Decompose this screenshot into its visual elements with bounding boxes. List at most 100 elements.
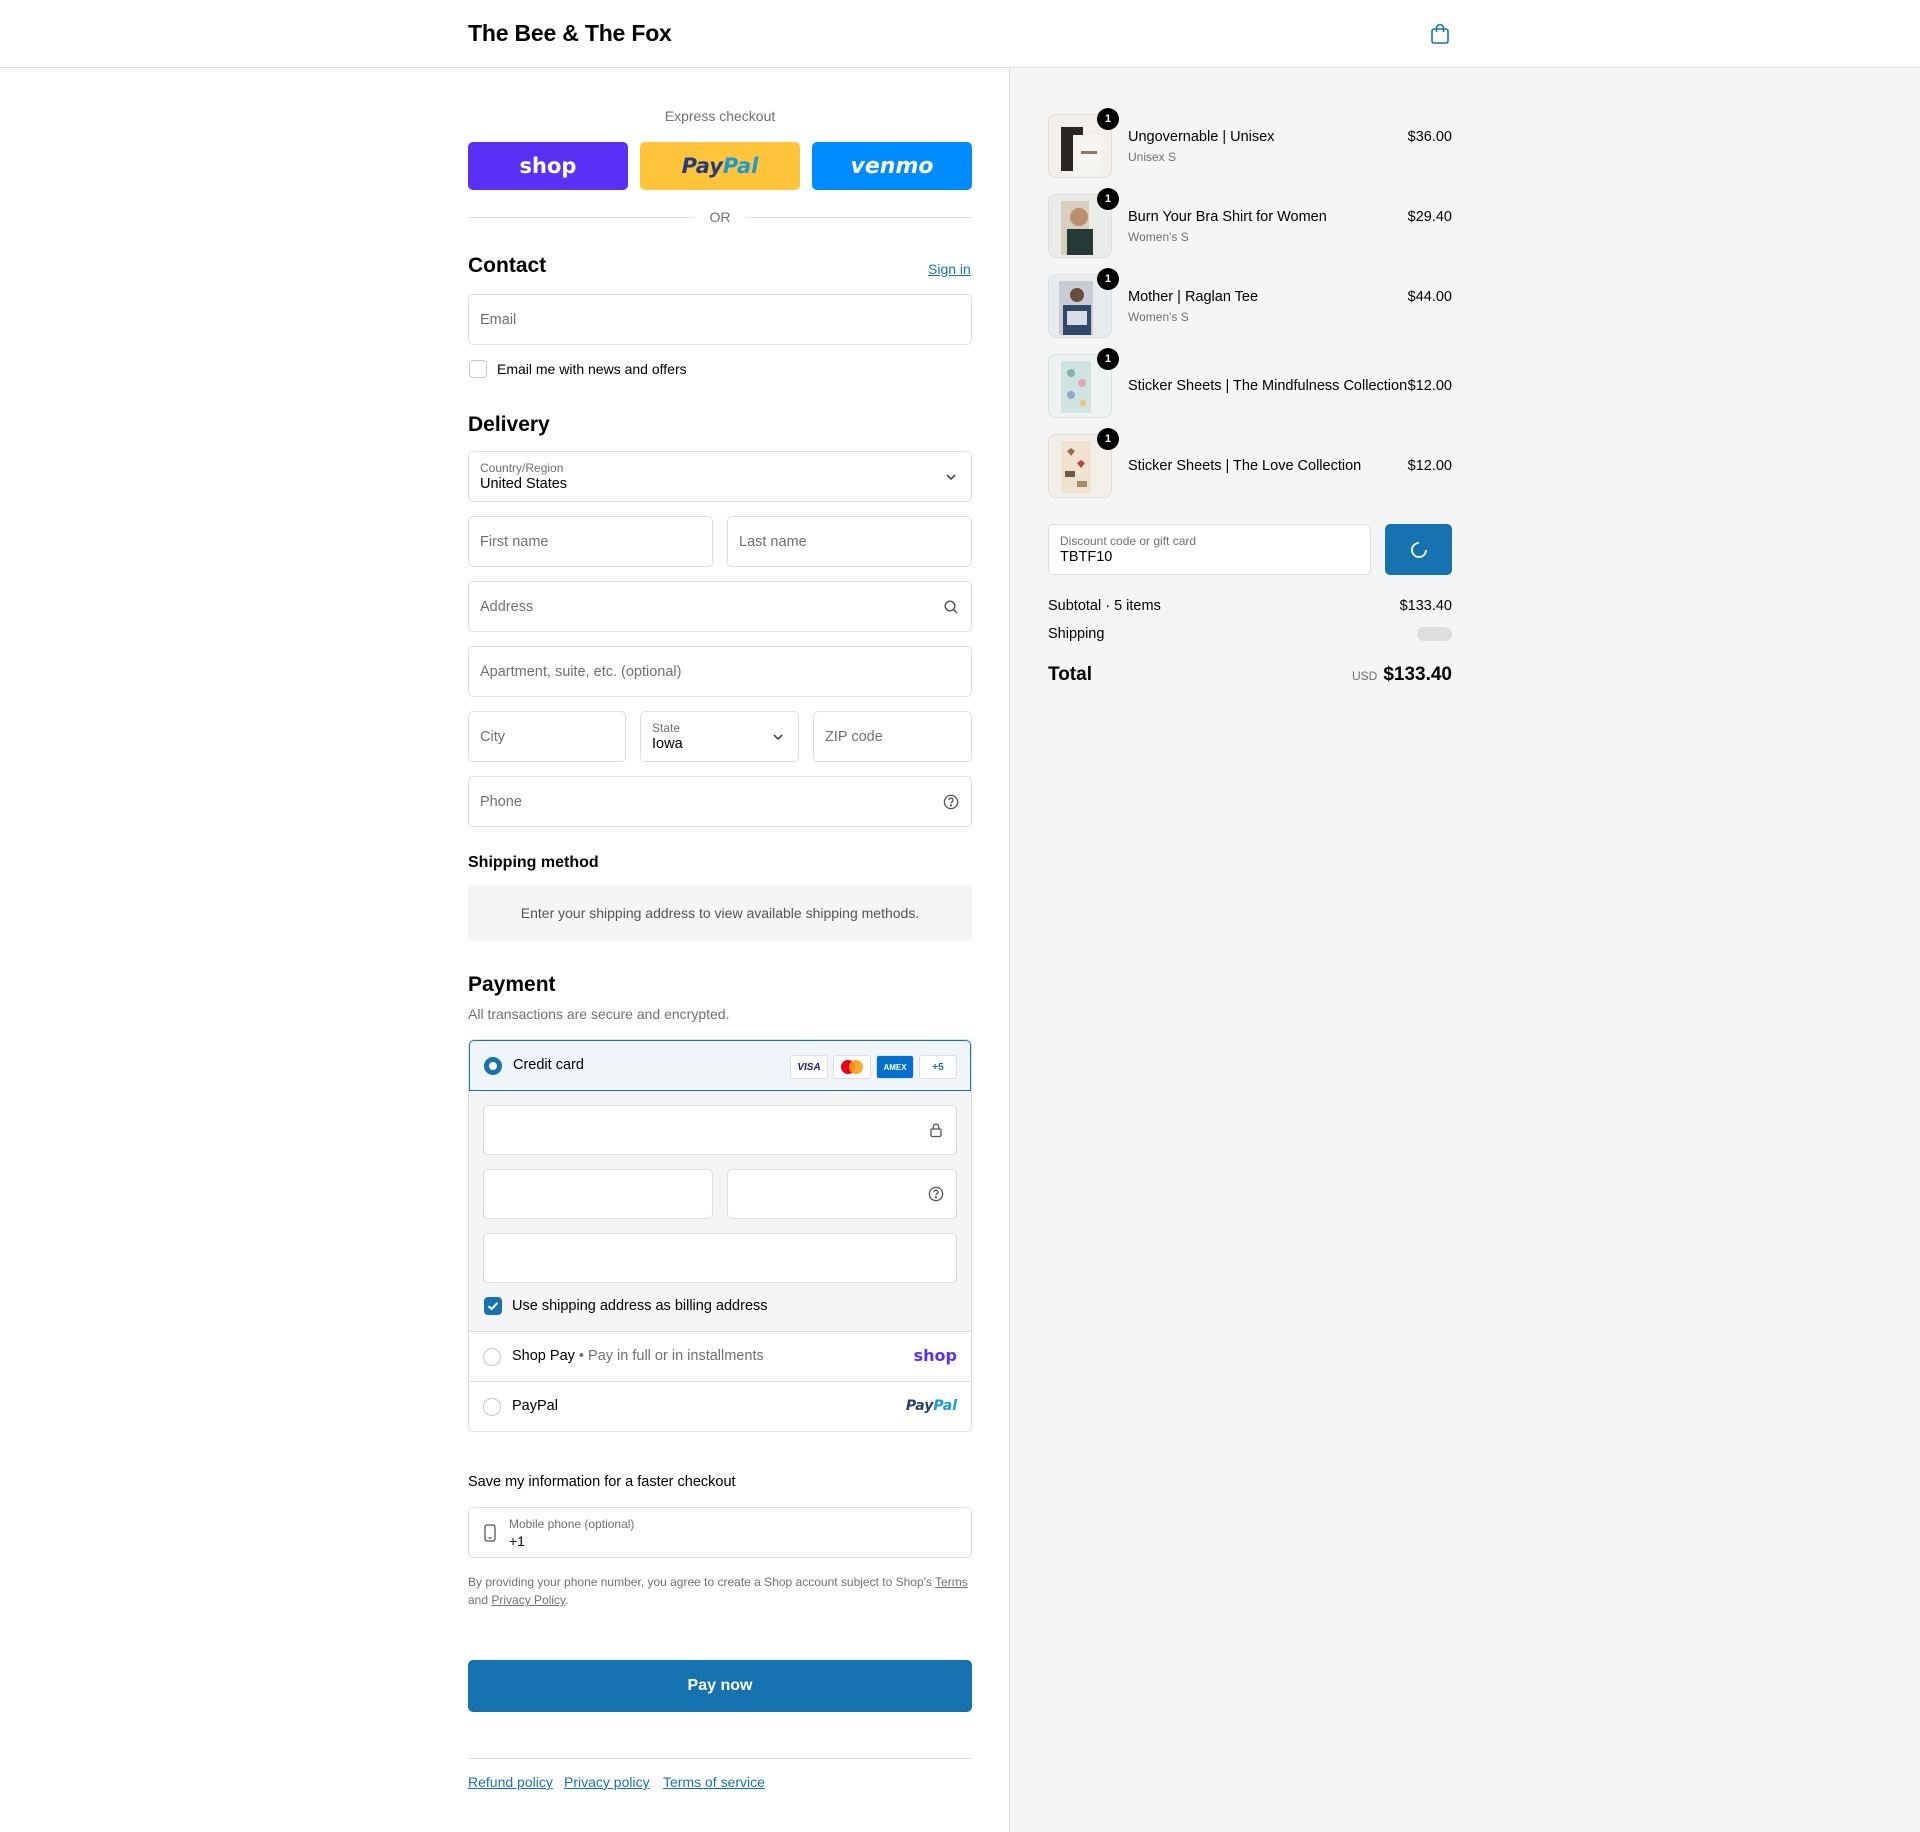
terms-link[interactable]: Terms [935,1575,968,1589]
express-checkout-label: Express checkout [664,108,776,124]
shop-pay-express-button[interactable]: shop [468,142,628,190]
paypal-logo-part1: Pay [905,1398,934,1414]
terms-of-service-link[interactable]: Terms of service [663,1774,765,1790]
paypal-logo-part2: Pal [722,154,759,178]
credit-card-label: Credit card [513,1057,584,1073]
email-field[interactable]: Email [468,294,972,345]
mobile-phone-field[interactable]: Mobile phone (optional) +1 [468,1507,972,1558]
shop-pay-subtext: Pay in full or in installments [588,1348,764,1364]
item-name: Burn Your Bra Shirt for Women [1128,209,1327,225]
mobile-phone-label: Mobile phone (optional) [509,1517,635,1531]
phone-placeholder: Phone [480,793,522,810]
country-select[interactable]: Country/Region United States [468,451,972,502]
store-name[interactable]: The Bee & The Fox [468,20,672,47]
item-name: Ungovernable | Unisex [1128,129,1275,145]
discount-code-label: Discount code or gift card [1060,534,1197,548]
shop-pay-radio[interactable] [483,1348,501,1366]
visa-badge: VISA [790,1055,828,1079]
payment-subtitle: All transactions are secure and encrypte… [468,1006,730,1022]
shipping-label: Shipping [1048,626,1105,642]
state-label: State [652,721,681,735]
first-name-field[interactable]: First name [468,516,713,567]
or-label: OR [709,209,731,225]
paypal-label: PayPal [512,1398,558,1414]
card-number-field[interactable] [483,1105,957,1155]
country-label: Country/Region [480,461,564,475]
currency-code: USD [1351,669,1378,683]
item-price: $36.00 [1407,129,1452,145]
paypal-radio[interactable] [483,1398,501,1416]
item-name: Sticker Sheets | The Mindfulness Collect… [1128,378,1408,394]
discount-code-field[interactable]: Discount code or gift card TBTF10 [1048,524,1371,575]
discount-code-value: TBTF10 [1060,549,1113,565]
name-on-card-field[interactable] [483,1233,957,1283]
help-circle-icon[interactable] [928,1186,944,1202]
item-price: $29.40 [1407,209,1452,225]
address-field[interactable]: Address [468,581,972,632]
paypal-logo-part1: Pay [681,154,723,178]
total-value-group: USD $133.40 [1352,664,1452,686]
paypal-option[interactable]: PayPal PayPal [469,1382,971,1431]
zip-field[interactable]: ZIP code [813,711,972,762]
shop-pay-logo: shop [913,1346,957,1365]
mastercard-icon [841,1060,863,1074]
shipping-method-title: Shipping method [468,854,599,871]
disclaimer-text-1: By providing your phone number, you agre… [468,1575,936,1589]
privacy-policy-link[interactable]: Privacy Policy [491,1593,565,1607]
credit-card-radio[interactable] [484,1057,502,1075]
zip-placeholder: ZIP code [825,728,883,745]
sign-in-link[interactable]: Sign in [928,261,971,277]
credit-card-form: Use shipping address as billing address [469,1091,971,1332]
more-cards-badge: +5 [919,1055,957,1079]
news-checkbox[interactable] [469,360,487,378]
subtotal-value: $133.40 [1399,598,1452,614]
paypal-logo: PayPal [906,1398,957,1414]
venmo-logo: venmo [850,153,934,179]
lock-icon [930,1123,942,1138]
security-code-field[interactable] [727,1169,957,1219]
loading-spinner-icon [1410,541,1427,558]
paypal-logo-part2: Pal [933,1398,957,1414]
chevron-down-icon [946,473,956,480]
quantity-badge: 1 [1097,188,1119,210]
item-price: $12.00 [1407,378,1452,394]
credit-card-option[interactable]: Credit card VISA AMEX +5 [469,1040,971,1091]
item-variant: Unisex S [1128,150,1177,164]
shopping-bag-icon[interactable] [1428,22,1452,46]
item-variant: Women's S [1128,310,1189,324]
delivery-title: Delivery [468,413,550,436]
state-select[interactable]: State Iowa [640,711,799,762]
shop-pay-name: Shop Pay [512,1348,575,1364]
billing-address-label: Use shipping address as billing address [512,1298,768,1314]
news-checkbox-label: Email me with news and offers [497,361,687,377]
help-circle-icon[interactable] [943,794,959,810]
apartment-field[interactable]: Apartment, suite, etc. (optional) [468,646,972,697]
apartment-placeholder: Apartment, suite, etc. (optional) [480,663,682,680]
paypal-express-button[interactable]: PayPal [640,142,800,190]
mastercard-badge [833,1055,871,1079]
amex-badge: AMEX [876,1055,914,1079]
phone-field[interactable]: Phone [468,776,972,827]
pay-now-button[interactable]: Pay now [468,1660,972,1712]
last-name-field[interactable]: Last name [727,516,972,567]
last-name-placeholder: Last name [739,533,807,550]
total-value: $133.40 [1383,664,1452,685]
refund-policy-link[interactable]: Refund policy [468,1774,553,1790]
apply-discount-button[interactable] [1385,524,1452,575]
or-divider: OR [468,207,972,227]
shipping-method-notice: Enter your shipping address to view avai… [468,885,972,941]
payment-title: Payment [468,973,556,996]
expiration-date-field[interactable] [483,1169,713,1219]
save-info-title: Save my information for a faster checkou… [468,1474,736,1490]
quantity-badge: 1 [1097,108,1119,130]
item-price: $44.00 [1407,289,1452,305]
privacy-policy-footer-link[interactable]: Privacy policy [564,1774,650,1790]
checkmark-icon [487,1302,499,1311]
shop-pay-option[interactable]: Shop Pay • Pay in full or in installment… [469,1332,971,1382]
venmo-express-button[interactable]: venmo [812,142,972,190]
billing-address-checkbox[interactable] [484,1297,502,1315]
email-placeholder: Email [480,311,517,328]
shop-logo: shop [519,154,577,178]
city-field[interactable]: City [468,711,626,762]
item-name: Mother | Raglan Tee [1128,289,1259,305]
